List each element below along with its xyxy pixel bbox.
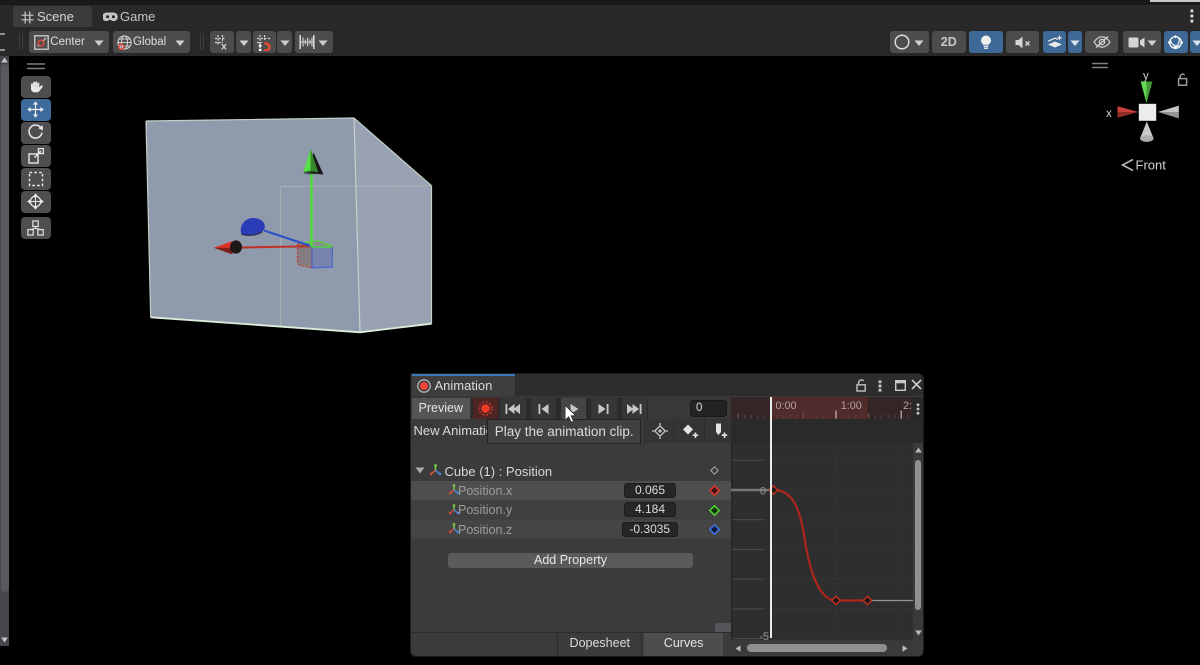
svg-text:1:00: 1:00: [841, 400, 862, 412]
svg-text:0:00: 0:00: [776, 400, 797, 412]
svg-text:x: x: [1106, 108, 1112, 120]
svg-text:-5: -5: [759, 631, 769, 640]
svg-text:Front: Front: [1136, 158, 1167, 173]
svg-text:0: 0: [760, 486, 766, 498]
svg-text:2:: 2:: [903, 400, 912, 412]
svg-text:y: y: [1143, 71, 1149, 83]
